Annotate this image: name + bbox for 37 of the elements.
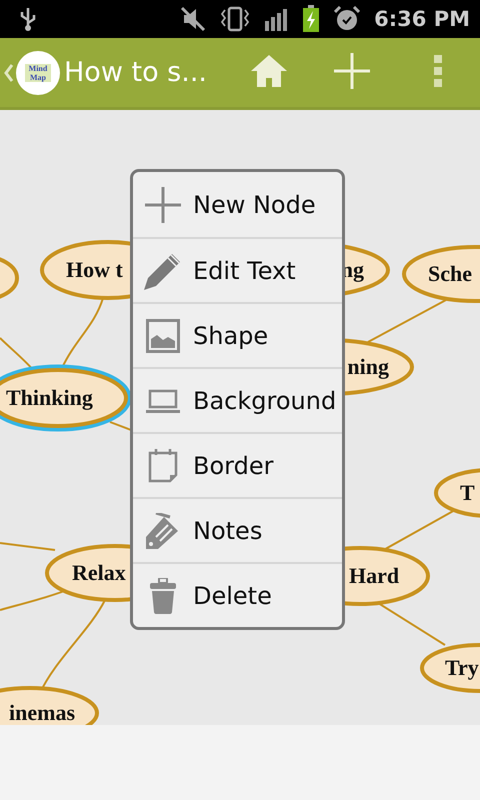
mind-map-node[interactable]: T [434,468,480,518]
plus-icon [145,186,181,222]
menu-item[interactable]: Edit Text [133,237,342,302]
home-icon [250,54,288,88]
up-button[interactable]: Mind Map [4,42,60,102]
signal-icon [264,7,288,31]
menu-item[interactable]: Delete [133,562,342,627]
image-icon [146,318,180,352]
connector-line [0,542,56,551]
menu-item[interactable]: New Node [133,172,342,237]
vibrate-icon [220,6,250,32]
connector-line [110,421,132,431]
overflow-menu-icon [434,55,444,87]
app-logo: Mind Map [16,50,60,94]
trash-icon [150,578,176,614]
clock-time: 6:36 PM [374,7,470,31]
menu-item[interactable]: Notes [133,497,342,562]
menu-item[interactable]: Border [133,432,342,497]
menu-item[interactable]: Shape [133,302,342,367]
screen-title: How to s... [64,57,207,88]
laptop-icon [146,388,180,412]
muted-speaker-icon [180,6,206,32]
mind-map-node[interactable]: inemas [0,686,99,725]
back-chevron-icon [4,64,14,82]
menu-item[interactable]: Background [133,367,342,432]
overflow-menu-button[interactable] [434,55,444,90]
plus-icon [334,53,370,89]
pencil-icon [144,252,182,290]
mind-map-node[interactable]: Sche [402,245,480,303]
mind-map-node[interactable]: Try [420,643,480,693]
tag-icon [146,512,180,548]
alarm-clock-icon [334,6,360,32]
battery-charging-icon [302,5,320,33]
add-button[interactable] [334,53,370,92]
note-page-icon [148,448,178,482]
usb-icon [18,6,38,32]
mind-map-node[interactable]: Thinking [0,364,132,432]
